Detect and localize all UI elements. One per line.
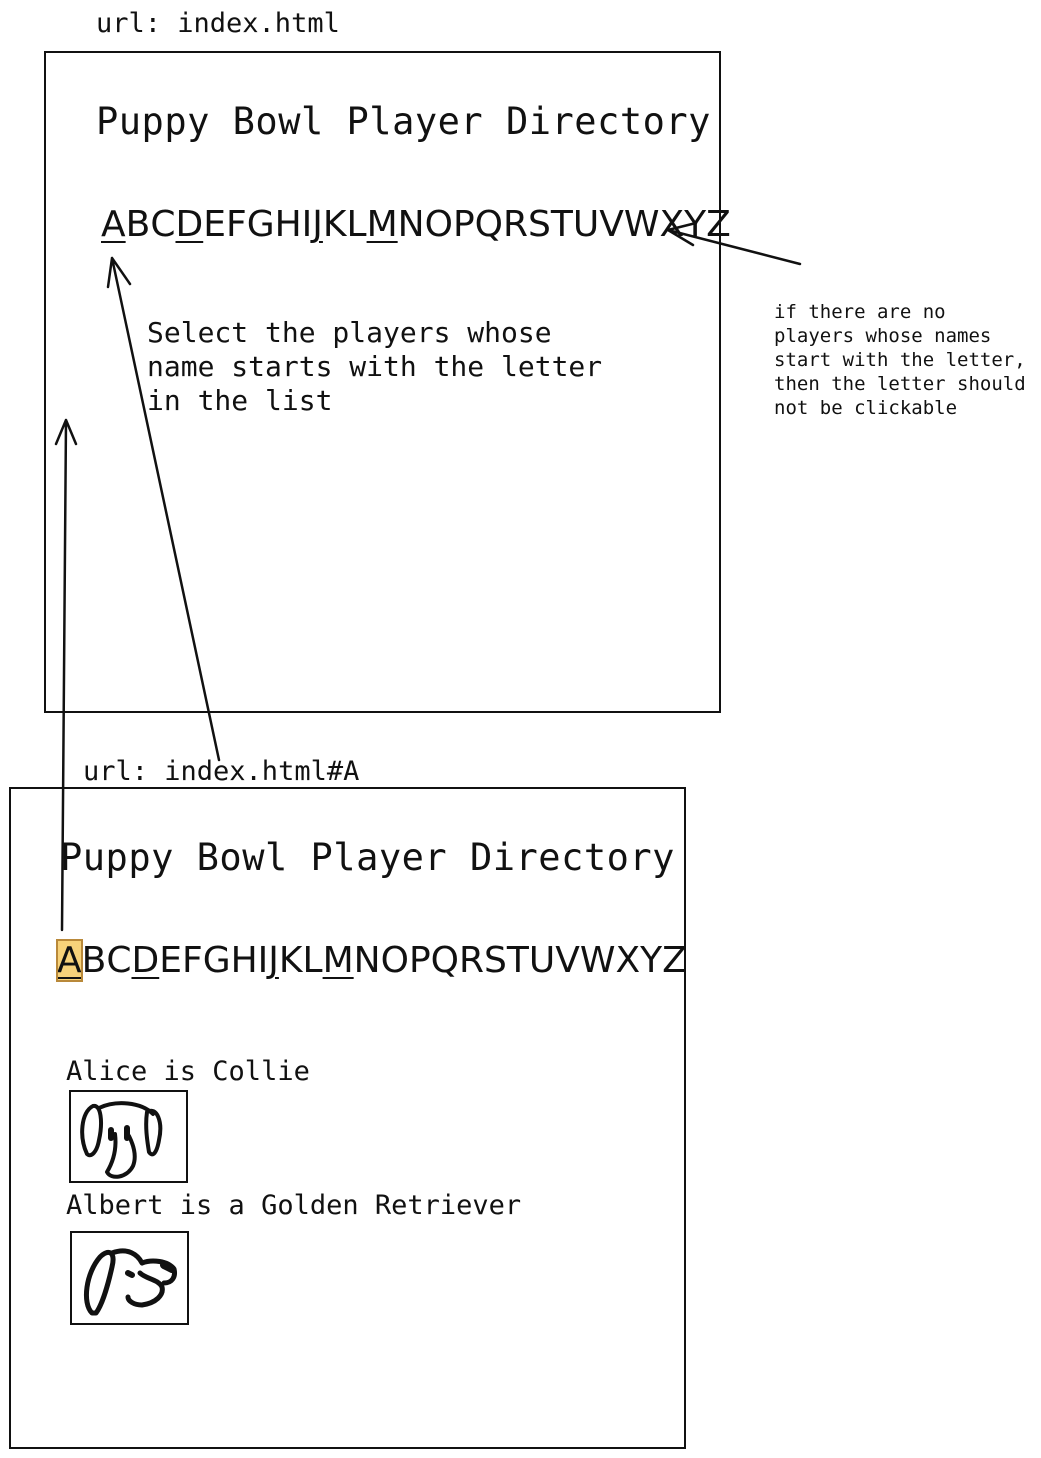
dog-golden-retriever-icon bbox=[84, 1248, 177, 1316]
letter-s: S bbox=[528, 204, 551, 245]
letter-y: Y bbox=[640, 940, 663, 981]
player-caption: Albert is a Golden Retriever bbox=[66, 1190, 522, 1221]
letter-d-link[interactable]: D bbox=[175, 204, 203, 245]
letter-g: G bbox=[202, 940, 231, 981]
hint-annotation: Select the players whose name starts wit… bbox=[147, 316, 602, 418]
letter-x: X bbox=[659, 204, 685, 245]
note-line: then the letter should bbox=[774, 373, 1026, 395]
letter-t: T bbox=[506, 940, 529, 981]
alphabet-nav: ABCDEFGHIJKLMNOPQRSTUVWXYZ bbox=[56, 939, 687, 982]
url-label-index: url: index.html bbox=[96, 8, 340, 39]
letter-v: V bbox=[599, 204, 624, 245]
letter-p: P bbox=[452, 204, 475, 245]
note-line: players whose names bbox=[774, 325, 992, 347]
letter-q: Q bbox=[474, 204, 503, 245]
letter-u: U bbox=[528, 940, 556, 981]
hint-line: name starts with the letter bbox=[147, 350, 603, 383]
letter-s: S bbox=[484, 940, 507, 981]
letter-r: R bbox=[503, 204, 529, 245]
letter-c: C bbox=[106, 940, 132, 981]
letter-h: H bbox=[230, 940, 258, 981]
letter-m-link[interactable]: M bbox=[367, 204, 398, 245]
letter-n: N bbox=[353, 940, 381, 981]
letter-z: Z bbox=[662, 940, 687, 981]
letter-o: O bbox=[380, 940, 409, 981]
url-label-index-a: url: index.html#A bbox=[83, 756, 360, 787]
letter-u: U bbox=[572, 204, 600, 245]
letter-a-link-selected[interactable]: A bbox=[56, 939, 83, 982]
letter-l: L bbox=[302, 940, 323, 981]
letter-f: F bbox=[225, 204, 247, 245]
letter-t: T bbox=[550, 204, 573, 245]
letter-y: Y bbox=[684, 204, 707, 245]
letter-r: R bbox=[459, 940, 485, 981]
letter-p: P bbox=[408, 940, 431, 981]
letter-v: V bbox=[555, 940, 580, 981]
letter-m-link[interactable]: M bbox=[323, 940, 354, 981]
letter-q: Q bbox=[430, 940, 459, 981]
page-title: Puppy Bowl Player Directory bbox=[60, 836, 675, 879]
player-photo bbox=[69, 1090, 188, 1183]
dog-collie-icon bbox=[80, 1101, 163, 1179]
letter-b: B bbox=[125, 204, 151, 245]
letter-f: F bbox=[181, 940, 203, 981]
letter-d-link[interactable]: D bbox=[131, 940, 159, 981]
letter-c: C bbox=[150, 204, 176, 245]
letter-e: E bbox=[159, 940, 182, 981]
side-note: if there are no players whose names star… bbox=[774, 300, 1026, 420]
letter-k: K bbox=[322, 204, 347, 245]
player-photo bbox=[70, 1231, 189, 1325]
letter-i: I bbox=[257, 940, 269, 981]
letter-z: Z bbox=[706, 204, 731, 245]
letter-j-link[interactable]: J bbox=[268, 940, 279, 981]
letter-e: E bbox=[203, 204, 226, 245]
letter-w: W bbox=[623, 204, 660, 245]
hint-line: Select the players whose bbox=[147, 316, 552, 349]
player-caption: Alice is Collie bbox=[66, 1056, 310, 1087]
note-line: if there are no bbox=[774, 301, 946, 323]
letter-k: K bbox=[278, 940, 303, 981]
letter-w: W bbox=[579, 940, 616, 981]
letter-j-link[interactable]: J bbox=[312, 204, 323, 245]
note-line: not be clickable bbox=[774, 397, 958, 419]
letter-l: L bbox=[346, 204, 367, 245]
alphabet-nav: ABCDEFGHIJKLMNOPQRSTUVWXYZ bbox=[101, 204, 731, 245]
letter-n: N bbox=[397, 204, 425, 245]
letter-h: H bbox=[274, 204, 302, 245]
letter-x: X bbox=[615, 940, 641, 981]
letter-g: G bbox=[246, 204, 275, 245]
page-title: Puppy Bowl Player Directory bbox=[96, 100, 711, 143]
hint-line: in the list bbox=[147, 384, 333, 417]
letter-a-link[interactable]: A bbox=[101, 204, 126, 245]
letter-o: O bbox=[424, 204, 453, 245]
letter-i: I bbox=[301, 204, 313, 245]
note-line: start with the letter, bbox=[774, 349, 1026, 371]
letter-b: B bbox=[81, 940, 107, 981]
